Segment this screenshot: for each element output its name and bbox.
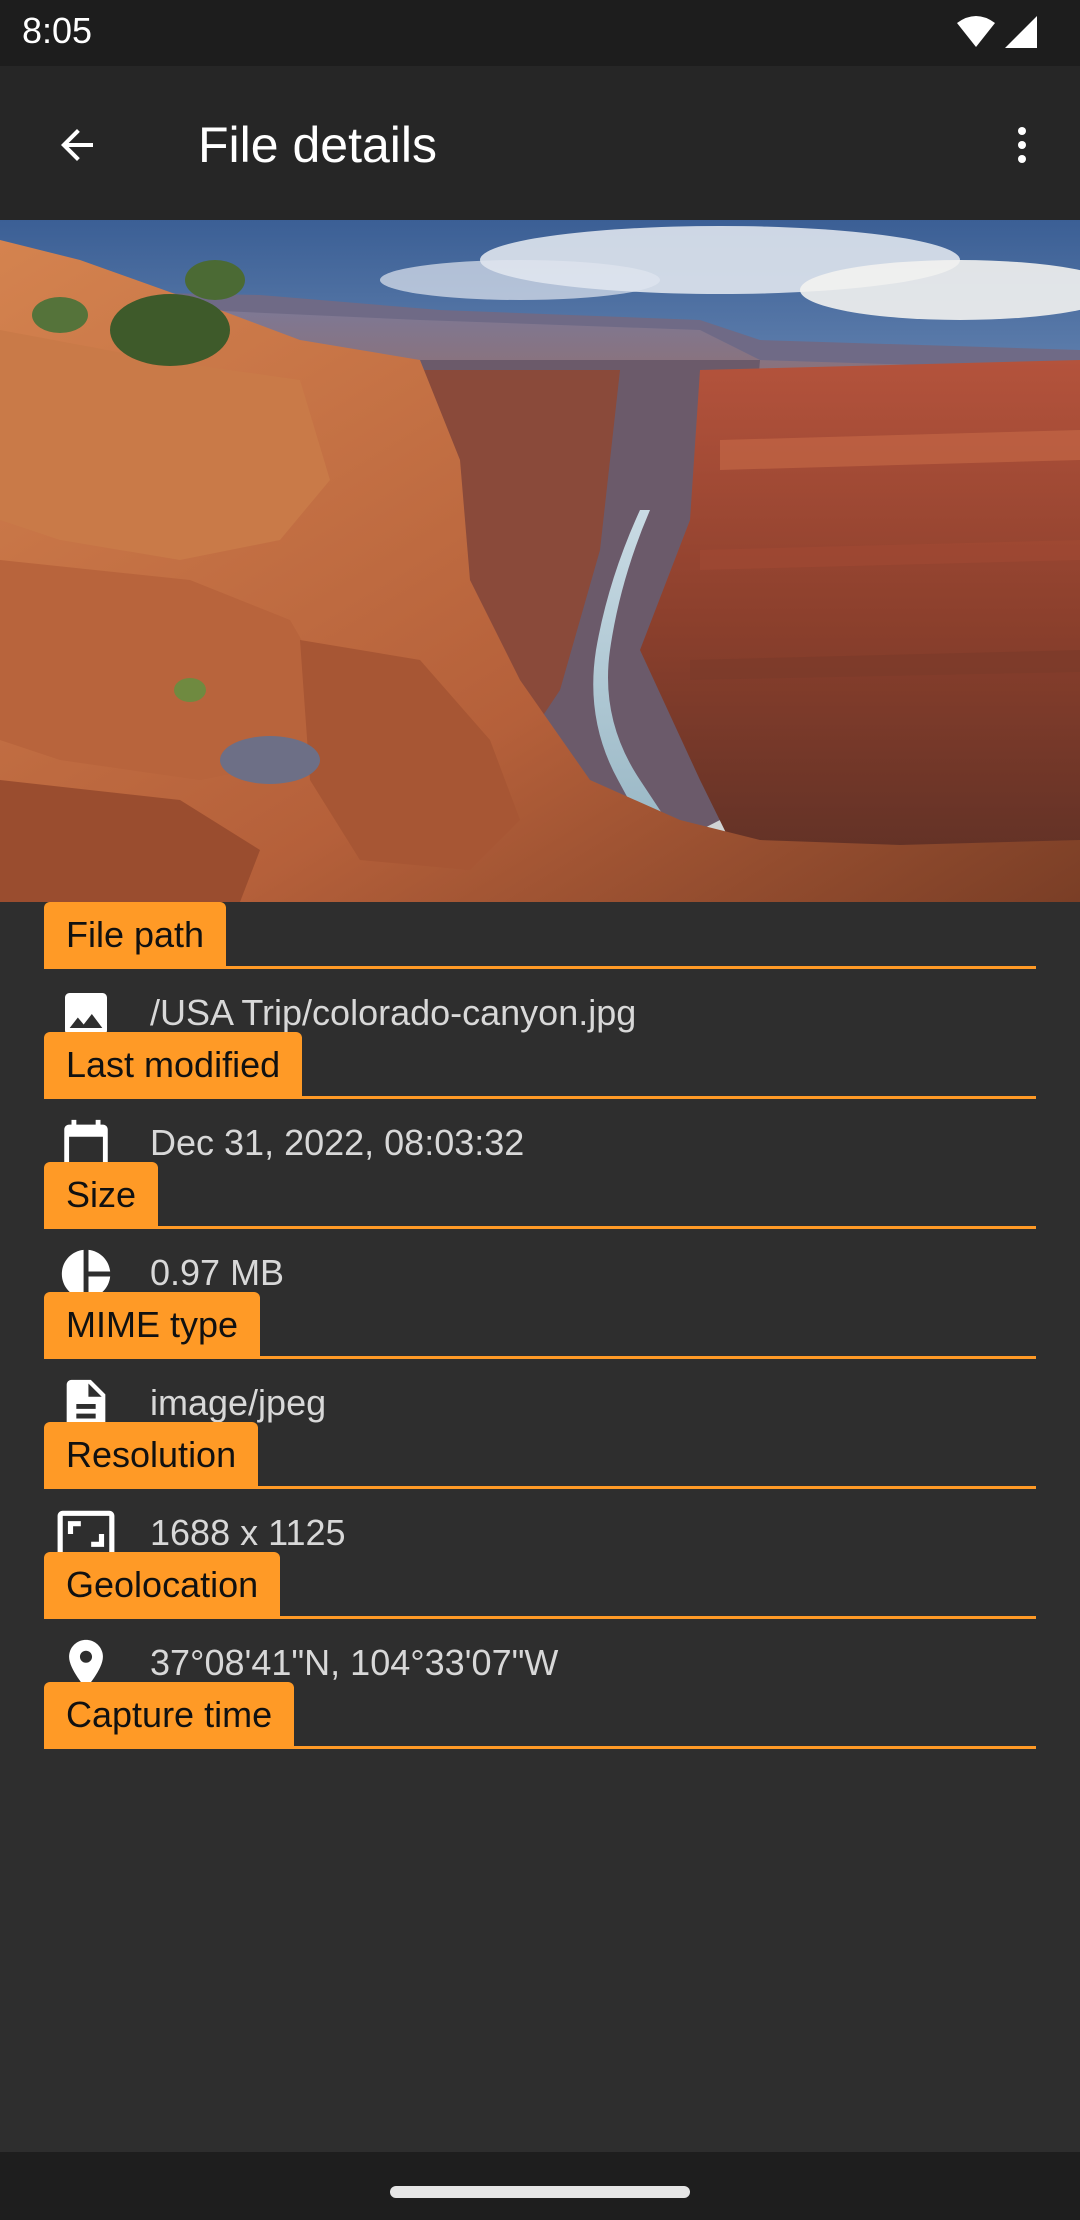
signal-icon xyxy=(1004,15,1038,54)
section-header: Capture time xyxy=(44,1682,1036,1750)
status-icons xyxy=(956,14,1038,54)
section-label-file-path: File path xyxy=(44,902,227,968)
section-label-geolocation: Geolocation xyxy=(44,1552,281,1618)
section-divider xyxy=(44,1486,1036,1489)
wifi-icon xyxy=(956,15,996,54)
back-button[interactable] xyxy=(44,114,110,180)
home-gesture-handle[interactable] xyxy=(390,2186,690,2198)
detail-section-capture-time: Capture time xyxy=(44,1630,1036,1814)
section-label-mime-type: MIME type xyxy=(44,1292,261,1358)
section-header: Resolution xyxy=(44,1422,1036,1490)
section-header: Last modified xyxy=(44,1032,1036,1100)
status-bar: 8:05 xyxy=(0,0,1080,66)
app-bar: File details xyxy=(0,66,1080,220)
section-divider xyxy=(44,966,1036,969)
more-vert-icon xyxy=(998,121,1046,174)
section-label-size: Size xyxy=(44,1162,159,1228)
status-time: 8:05 xyxy=(22,10,93,51)
section-header: File path xyxy=(44,902,1036,970)
section-divider xyxy=(44,1616,1036,1619)
system-navigation-bar xyxy=(0,2152,1080,2220)
details-list: File path /USA Trip/colorado-canyon.jpg … xyxy=(0,902,1080,2110)
section-divider xyxy=(44,1356,1036,1359)
overflow-menu-button[interactable] xyxy=(992,114,1052,180)
arrow-back-icon xyxy=(53,121,101,174)
section-label-resolution: Resolution xyxy=(44,1422,259,1488)
section-divider xyxy=(44,1746,1036,1749)
section-label-capture-time: Capture time xyxy=(44,1682,295,1748)
page-title: File details xyxy=(198,117,437,173)
section-divider xyxy=(44,1096,1036,1099)
section-divider xyxy=(44,1226,1036,1229)
section-header: MIME type xyxy=(44,1292,1036,1360)
section-label-last-modified: Last modified xyxy=(44,1032,303,1098)
file-preview-image[interactable] xyxy=(0,220,1080,902)
section-header: Geolocation xyxy=(44,1552,1036,1620)
section-header: Size xyxy=(44,1162,1036,1230)
